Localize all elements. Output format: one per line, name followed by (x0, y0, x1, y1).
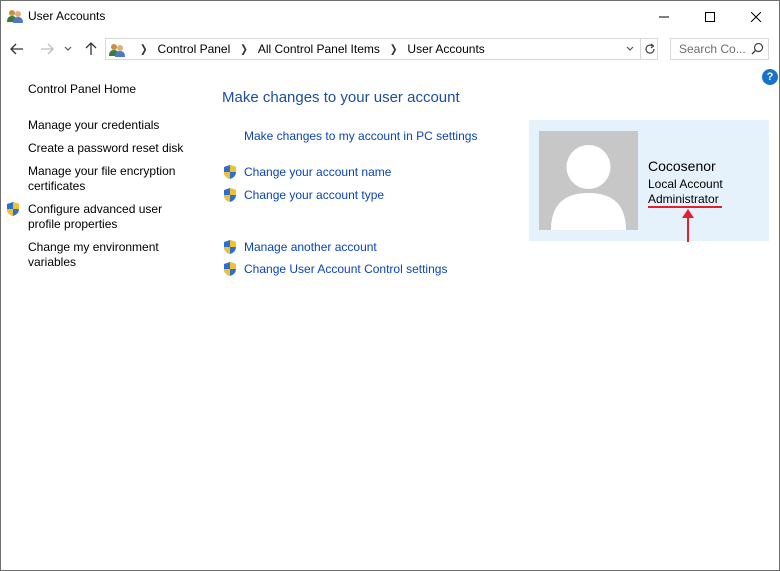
minimize-icon (659, 16, 669, 17)
control-panel-icon (109, 42, 125, 61)
window-title: User Accounts (28, 9, 106, 23)
breadcrumb-user-accounts[interactable]: User Accounts (407, 42, 484, 56)
annotation-arrow-icon (681, 208, 695, 242)
chevron-down-icon (64, 46, 72, 51)
sidebar-item-password-reset-disk[interactable]: Create a password reset disk (28, 141, 183, 156)
link-change-account-type[interactable]: Change your account type (244, 188, 384, 202)
breadcrumb-separator-icon: ❯ (240, 42, 248, 55)
breadcrumb-separator-icon: ❯ (140, 42, 148, 55)
forward-arrow-icon (41, 43, 54, 55)
sidebar-item-advanced-profile[interactable]: Configure advanced user profile properti… (28, 202, 178, 232)
account-tile: Cocosenor Local Account Administrator (529, 120, 769, 241)
back-arrow-icon (10, 43, 23, 55)
chevron-down-icon (626, 46, 634, 51)
recent-locations-button[interactable] (61, 38, 75, 60)
account-type: Local Account (648, 177, 723, 191)
avatar (539, 131, 638, 230)
sidebar-item-file-encryption[interactable]: Manage your file encryption certificates (28, 164, 188, 194)
navigation-bar: ❯ Control Panel ❯ All Control Panel Item… (1, 34, 779, 64)
maximize-icon (705, 11, 715, 22)
sidebar-item-environment-variables[interactable]: Change my environment variables (28, 240, 178, 270)
close-icon (751, 11, 761, 22)
address-bar[interactable]: ❯ Control Panel ❯ All Control Panel Item… (105, 38, 658, 60)
breadcrumb-all-items[interactable]: All Control Panel Items (258, 42, 380, 56)
search-input[interactable]: Search Co... (679, 42, 746, 56)
uac-shield-icon (222, 239, 238, 255)
link-pc-settings[interactable]: Make changes to my account in PC setting… (244, 129, 477, 143)
link-manage-another-account[interactable]: Manage another account (244, 240, 377, 254)
link-uac-settings[interactable]: Change User Account Control settings (244, 262, 447, 276)
up-button[interactable] (81, 38, 101, 60)
minimize-button[interactable] (641, 1, 687, 32)
forward-button[interactable] (37, 38, 57, 60)
back-button[interactable] (7, 38, 27, 60)
search-icon (751, 42, 764, 58)
sidebar-item-manage-credentials[interactable]: Manage your credentials (28, 118, 159, 133)
link-change-account-name[interactable]: Change your account name (244, 165, 391, 179)
breadcrumb-separator-icon: ❯ (389, 42, 398, 55)
user-accounts-icon (7, 8, 23, 24)
title-bar: User Accounts (1, 1, 779, 32)
user-accounts-window: User Accounts ❯ Control Panel ❯ All Cont… (0, 0, 780, 571)
help-icon[interactable]: ? (762, 69, 778, 85)
user-silhouette-icon (539, 131, 638, 230)
uac-shield-icon (222, 261, 238, 277)
account-role: Administrator (648, 192, 719, 206)
up-arrow-icon (85, 42, 97, 55)
sidebar-item-control-panel-home[interactable]: Control Panel Home (28, 82, 136, 97)
uac-shield-icon (222, 187, 238, 203)
uac-shield-icon (222, 164, 238, 180)
breadcrumb-control-panel[interactable]: Control Panel (158, 42, 231, 56)
uac-shield-icon (5, 201, 21, 217)
page-title: Make changes to your user account (222, 89, 460, 106)
close-button[interactable] (733, 1, 779, 32)
refresh-button[interactable] (640, 39, 658, 59)
account-name: Cocosenor (648, 158, 716, 174)
maximize-button[interactable] (687, 1, 733, 32)
search-box[interactable]: Search Co... (670, 38, 769, 60)
breadcrumb: ❯ Control Panel ❯ All Control Panel Item… (130, 42, 485, 56)
refresh-icon (644, 43, 655, 54)
address-dropdown-button[interactable] (622, 41, 638, 57)
